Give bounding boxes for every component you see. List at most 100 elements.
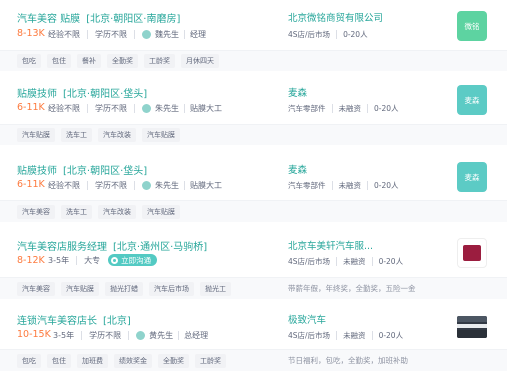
- job-tag: 洗车工: [61, 204, 92, 219]
- job-card[interactable]: 贴膜技师 [北京·朝阳区·垡头] 6-11K 经验不限 学历不限 朱先生 贴膜大工…: [0, 150, 507, 222]
- company-size: 0-20人: [343, 30, 368, 39]
- company-name[interactable]: 北京车美轩汽车服...: [288, 238, 373, 252]
- company-size: 0-20人: [378, 331, 404, 340]
- job-tag: 汽车改装: [98, 204, 136, 219]
- job-tags: 包吃 包住 加班费 绩效奖金 全勤奖 工龄奖 节日福利，包吃，全勤奖，加班补助: [0, 349, 507, 371]
- company-name[interactable]: 麦森: [288, 85, 307, 99]
- job-card[interactable]: 贴膜技师 [北京·朝阳区·垡头] 6-11K 经验不限 学历不限 朱先生 贴膜大工…: [0, 75, 507, 145]
- divider: [134, 181, 135, 190]
- company-logo[interactable]: 麦森: [457, 162, 487, 192]
- job-tag: 加班费: [77, 353, 108, 368]
- job-card[interactable]: 汽车美容店服务经理 [北京·通州区·马驹桥] 8-12K 3-5年 大专 立即沟通…: [0, 227, 507, 299]
- company-logo-text: 麦森: [464, 172, 480, 182]
- company-logo[interactable]: 微铭: [457, 11, 487, 41]
- job-tag: 抛光打蜡: [105, 281, 143, 296]
- divider: [367, 104, 368, 113]
- job-salary: 8-13K: [17, 28, 45, 39]
- job-card[interactable]: 汽车美容 贴膜 [北京·朝阳区·南磨房] 8-13K 经验不限 学历不限 魏先生 …: [0, 0, 507, 71]
- recruiter-name: 魏先生: [155, 30, 179, 39]
- company-logo-image: [463, 245, 481, 261]
- recruiter[interactable]: 朱先生 贴膜大工: [142, 103, 222, 114]
- job-salary: 6-11K: [17, 179, 45, 190]
- job-title[interactable]: 汽车美容店服务经理: [17, 242, 107, 253]
- job-tag: 汽车贴膜: [142, 204, 180, 219]
- recruiter[interactable]: 黄先生 总经理: [136, 330, 208, 341]
- job-salary: 8-12K: [17, 255, 45, 266]
- company-size: 0-20人: [374, 104, 399, 113]
- company-name[interactable]: 极致汽车: [288, 312, 326, 326]
- recruiter-role: 贴膜大工: [190, 181, 222, 190]
- chat-icon: [111, 256, 119, 264]
- company-meta: 4S店/后市场 未融资 0-20人: [288, 330, 403, 341]
- company-size: 0-20人: [374, 181, 399, 190]
- job-tag: 包吃: [17, 353, 41, 368]
- company-logo[interactable]: [457, 238, 487, 268]
- job-title[interactable]: 汽车美容 贴膜: [17, 14, 80, 25]
- job-tag: 汽车美容: [17, 204, 55, 219]
- job-location: [北京·朝阳区·垡头]: [63, 166, 148, 177]
- job-meta: 经验不限 学历不限 朱先生 贴膜大工: [48, 103, 222, 114]
- job-experience: 经验不限: [48, 30, 80, 39]
- job-tag: 包住: [47, 54, 71, 68]
- job-title[interactable]: 贴膜技师: [17, 166, 57, 177]
- job-salary: 6-11K: [17, 102, 45, 113]
- avatar: [142, 181, 151, 190]
- job-list: 汽车美容 贴膜 [北京·朝阳区·南磨房] 8-13K 经验不限 学历不限 魏先生 …: [0, 0, 507, 371]
- job-tag: 洗车工: [61, 128, 92, 142]
- job-card[interactable]: 连锁汽车美容店长 [北京] 10-15K 3-5年 学历不限 黄先生 总经理 极致…: [0, 303, 507, 371]
- job-title[interactable]: 贴膜技师: [17, 89, 57, 100]
- job-tag: 月休四天: [181, 54, 219, 68]
- recruiter[interactable]: 朱先生 贴膜大工: [142, 180, 222, 191]
- job-title[interactable]: 连锁汽车美容店长: [17, 316, 97, 327]
- recruiter-role: 总经理: [184, 331, 209, 340]
- recruiter-name: 朱先生: [155, 181, 179, 190]
- job-title-link[interactable]: 连锁汽车美容店长 [北京]: [17, 312, 131, 327]
- job-tag: 包住: [47, 353, 71, 368]
- job-meta: 3-5年 大专 立即沟通: [48, 254, 158, 266]
- job-location: [北京·通州区·马驹桥]: [113, 242, 208, 253]
- company-name[interactable]: 北京微铭商贸有限公司: [288, 10, 383, 24]
- company-logo[interactable]: [457, 316, 487, 338]
- job-education: 大专: [84, 255, 101, 265]
- company-welfare: 带薪年假，年终奖，全勤奖，五险一金: [288, 284, 416, 293]
- divider: [336, 331, 338, 340]
- company-logo[interactable]: 麦森: [457, 85, 487, 115]
- chat-now-button[interactable]: 立即沟通: [108, 254, 158, 266]
- divider: [336, 30, 338, 39]
- company-funding: 未融资: [343, 331, 366, 340]
- job-title-link[interactable]: 汽车美容店服务经理 [北京·通州区·马驹桥]: [17, 238, 207, 253]
- divider: [134, 30, 135, 39]
- company-funding: 未融资: [343, 257, 366, 266]
- company-welfare: 节日福利，包吃，全勤奖，加班补助: [288, 356, 408, 365]
- company-name[interactable]: 麦森: [288, 162, 307, 176]
- job-experience: 3-5年: [53, 331, 75, 340]
- company-logo-text: 微铭: [464, 21, 480, 31]
- company-meta: 汽车零部件 未融资 0-20人: [288, 180, 399, 191]
- chat-now-label: 立即沟通: [121, 255, 152, 265]
- divider: [371, 257, 373, 266]
- job-education: 学历不限: [95, 104, 127, 113]
- company-logo-image: [457, 316, 487, 322]
- divider: [184, 30, 185, 39]
- job-title-link[interactable]: 贴膜技师 [北京·朝阳区·垡头]: [17, 162, 147, 177]
- job-education: 学历不限: [89, 331, 122, 340]
- company-logo-text: 麦森: [464, 95, 480, 105]
- company-meta: 4S店/后市场 未融资 0-20人: [288, 256, 403, 267]
- job-tag: 全勤奖: [158, 353, 189, 368]
- job-title-link[interactable]: 汽车美容 贴膜 [北京·朝阳区·南磨房]: [17, 10, 180, 25]
- job-title-link[interactable]: 贴膜技师 [北京·朝阳区·垡头]: [17, 85, 147, 100]
- job-tags: 汽车美容 洗车工 汽车改装 汽车贴膜: [0, 200, 507, 222]
- job-experience: 3-5年: [48, 255, 70, 265]
- divider: [331, 181, 333, 190]
- recruiter[interactable]: 魏先生 经理: [142, 29, 206, 40]
- divider: [81, 331, 83, 340]
- job-education: 学历不限: [95, 30, 127, 39]
- divider: [367, 181, 368, 190]
- job-tag: 汽车改装: [98, 128, 136, 142]
- job-tag: 汽车贴膜: [142, 128, 180, 142]
- company-logo-image: [457, 324, 487, 328]
- job-tag: 汽车美容: [17, 281, 55, 296]
- company-funding: 未融资: [338, 104, 362, 113]
- job-tags: 汽车美容 汽车贴膜 抛光打蜡 汽车后市场 抛光工 带薪年假，年终奖，全勤奖，五险…: [0, 277, 507, 299]
- job-experience: 经验不限: [48, 104, 80, 113]
